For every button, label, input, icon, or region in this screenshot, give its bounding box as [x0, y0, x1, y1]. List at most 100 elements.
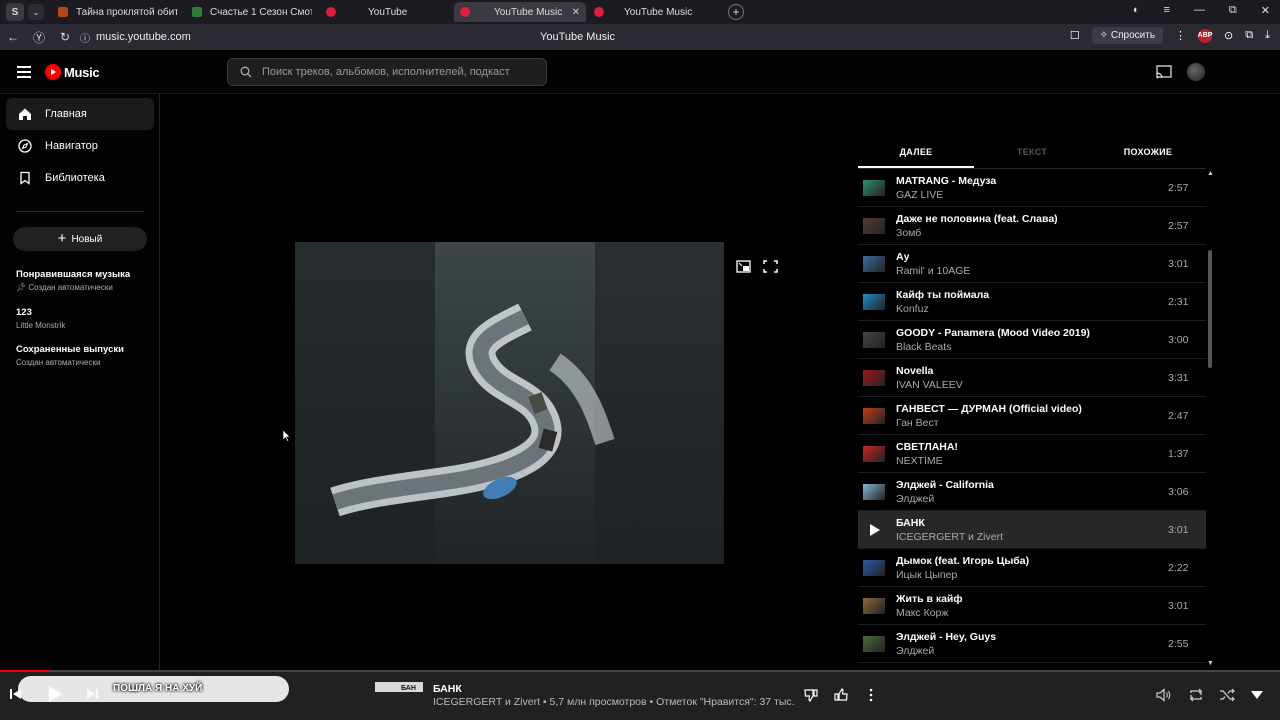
queue-row[interactable]: Кайф ты поймала Konfuz 2:31	[858, 283, 1206, 321]
minimize-icon[interactable]: —	[1194, 4, 1205, 17]
track-artist[interactable]: Black Beats	[896, 341, 1168, 353]
track-artist[interactable]: ICEGERGERT и Zivert	[896, 531, 1168, 543]
track-artist[interactable]: Зомб	[896, 227, 1168, 239]
playlist-item[interactable]: 123 Little Monstrik	[16, 307, 65, 330]
bookmark-icon[interactable]: ☐	[1070, 29, 1080, 42]
queue-row[interactable]: GOODY - Panamera (Mood Video 2019) Black …	[858, 321, 1206, 359]
browser-profile-button[interactable]: S	[6, 3, 24, 21]
playlist-item[interactable]: Сохраненные выпуски Создан автоматически	[16, 344, 124, 367]
scroll-up-icon[interactable]: ▲	[1207, 170, 1214, 177]
more-icon[interactable]: ⋮	[1175, 29, 1186, 42]
reload-icon[interactable]: ↻	[52, 30, 78, 44]
restore-icon[interactable]: ⧉	[1229, 4, 1237, 17]
track-thumbnail[interactable]	[863, 559, 885, 576]
now-playing-subtitle[interactable]: ICEGERGERT и Zivert • 5,7 млн просмотров…	[433, 696, 795, 708]
miniplayer-icon[interactable]	[736, 260, 751, 273]
track-thumbnail[interactable]	[863, 445, 885, 462]
more-options-icon[interactable]	[868, 688, 874, 702]
yandex-icon[interactable]: Ⓨ	[26, 29, 52, 46]
scrollbar[interactable]	[1208, 250, 1212, 368]
play-icon[interactable]	[863, 522, 885, 538]
track-thumbnail[interactable]	[863, 179, 885, 196]
youtube-music-logo[interactable]: Music	[45, 64, 100, 80]
menu-icon[interactable]: ≡	[1164, 4, 1170, 17]
close-tab-icon[interactable]: ✕	[572, 7, 580, 18]
browser-tab-active[interactable]: YouTube Music ✕	[454, 2, 586, 22]
queue-row[interactable]: MATRANG - Медуза GAZ LIVE 2:57	[858, 169, 1206, 207]
track-artist[interactable]: Элджей	[896, 645, 1168, 657]
browser-tab[interactable]: Счастье 1 Сезон Смотре	[186, 2, 318, 22]
track-thumbnail[interactable]	[863, 635, 885, 652]
queue-row[interactable]: Ау Ramil' и 10AGE 3:01	[858, 245, 1206, 283]
tabs-dropdown-icon[interactable]: ⌄	[28, 4, 44, 20]
track-artist[interactable]: Ицык Цыпер	[896, 569, 1168, 581]
tab-lyrics[interactable]: ТЕКСТ	[974, 141, 1090, 168]
track-artist[interactable]: Макс Корж	[896, 607, 1168, 619]
queue-row[interactable]: Дымок (feat. Игорь Цыба) Ицык Цыпер 2:22	[858, 549, 1206, 587]
track-thumbnail[interactable]	[863, 217, 885, 234]
menu-hamburger-icon[interactable]	[17, 66, 31, 78]
queue-row[interactable]: Даже не половина (feat. Слава) Зомб 2:57	[858, 207, 1206, 245]
track-artist[interactable]: GAZ LIVE	[896, 189, 1168, 201]
queue-row[interactable]: СВЕТЛАНА! NEXTIME 1:37	[858, 435, 1206, 473]
queue-row[interactable]: ГАНВЕСТ — ДУРМАН (Official video) Ган Вес…	[858, 397, 1206, 435]
track-artist[interactable]: IVAN VALEEV	[896, 379, 1168, 391]
media-icon[interactable]: ⊙	[1224, 29, 1233, 42]
tab-related[interactable]: ПОХОЖИЕ	[1090, 141, 1206, 168]
track-thumbnail[interactable]	[863, 331, 885, 348]
queue-row[interactable]: БАНК ICEGERGERT и Zivert 3:01	[858, 511, 1206, 549]
browser-tab[interactable]: Тайна проклятой обител	[52, 2, 184, 22]
track-artist[interactable]: Элджей	[896, 493, 1168, 505]
collections-icon[interactable]: ⧉	[1245, 29, 1253, 42]
url-field[interactable]: music.youtube.com	[96, 31, 191, 43]
sidebar-item-library[interactable]: Библиотека	[6, 162, 154, 194]
ask-button[interactable]: ✧ Спросить	[1091, 27, 1164, 44]
new-tab-button[interactable]: +	[728, 4, 744, 20]
track-thumbnail[interactable]	[863, 483, 885, 500]
close-window-icon[interactable]: ✕	[1261, 4, 1270, 17]
track-artist[interactable]: Ган Вест	[896, 417, 1168, 429]
scroll-down-icon[interactable]: ▼	[1207, 660, 1214, 667]
now-playing-title[interactable]: БАНК	[433, 683, 462, 695]
download-icon[interactable]: ⤓	[1265, 29, 1270, 42]
avatar[interactable]	[1187, 63, 1205, 81]
like-icon[interactable]	[834, 688, 848, 702]
next-track-icon[interactable]	[86, 688, 98, 700]
shuffle-icon[interactable]	[1219, 688, 1235, 702]
track-thumbnail[interactable]	[863, 255, 885, 272]
playlist-item[interactable]: Понравившаяся музыка 📌︎ Создан автоматич…	[16, 269, 130, 292]
track-thumbnail[interactable]	[863, 597, 885, 614]
tab-up-next[interactable]: ДАЛЕЕ	[858, 141, 974, 168]
expand-player-icon[interactable]	[1250, 690, 1264, 700]
new-playlist-button[interactable]: + Новый	[13, 227, 147, 251]
queue-row[interactable]: Элджей - California Элджей 3:06	[858, 473, 1206, 511]
sidebar-item-home[interactable]: Главная	[6, 98, 154, 130]
site-info-icon[interactable]: ⓘ	[78, 30, 92, 45]
cast-icon[interactable]	[1156, 65, 1172, 79]
progress-bar[interactable]	[0, 670, 1280, 672]
play-pause-icon[interactable]	[46, 685, 64, 703]
track-thumbnail[interactable]	[863, 293, 885, 310]
search-input[interactable]: Поиск треков, альбомов, исполнителей, по…	[262, 66, 510, 78]
track-thumbnail[interactable]	[863, 407, 885, 424]
sidebar-item-explore[interactable]: Навигатор	[6, 130, 154, 162]
previous-track-icon[interactable]	[10, 688, 22, 700]
queue-row[interactable]: Novella IVAN VALEEV 3:31	[858, 359, 1206, 397]
track-artist[interactable]: NEXTIME	[896, 455, 1168, 467]
fullscreen-icon[interactable]	[763, 260, 778, 273]
browser-tab[interactable]: YouTube	[320, 2, 452, 22]
queue-row[interactable]: Элджей - Hey, Guys Элджей 2:55	[858, 625, 1206, 663]
extensions-icon[interactable]: ◐	[1133, 4, 1140, 17]
queue-row[interactable]: Жить в кайф Макс Корж 3:01	[858, 587, 1206, 625]
volume-icon[interactable]	[1156, 688, 1172, 702]
search-box[interactable]: Поиск треков, альбомов, исполнителей, по…	[227, 58, 547, 86]
browser-tab[interactable]: YouTube Music	[588, 2, 720, 22]
repeat-icon[interactable]	[1188, 688, 1204, 702]
dislike-icon[interactable]	[804, 688, 818, 702]
now-playing-thumbnail[interactable]: БАН	[375, 682, 423, 708]
track-artist[interactable]: Ramil' и 10AGE	[896, 265, 1168, 277]
adblock-icon[interactable]: ABP	[1198, 28, 1212, 43]
back-icon[interactable]: ←	[0, 30, 26, 44]
track-thumbnail[interactable]	[863, 369, 885, 386]
track-artist[interactable]: Konfuz	[896, 303, 1168, 315]
